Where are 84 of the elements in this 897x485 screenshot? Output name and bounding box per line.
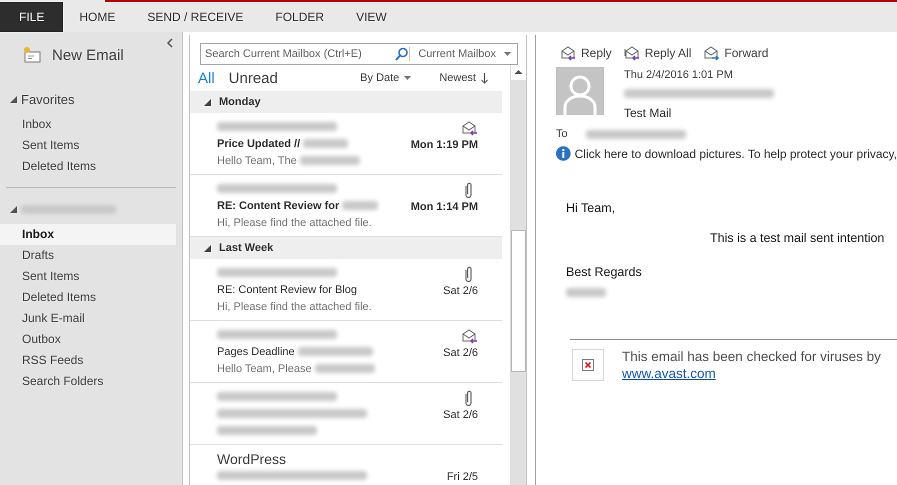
message-row[interactable]: Price Updated // Hello Team, The Mon 1:19 PM (190, 113, 502, 175)
filter-tab[interactable]: Unread (228, 70, 278, 86)
message-time: Sat 2/6 (443, 409, 478, 421)
new-email-button[interactable]: New Email (22, 46, 124, 64)
message-time: Mon 1:14 PM (410, 201, 478, 213)
folder-item[interactable]: Deleted Items (0, 156, 176, 177)
sort-order-button[interactable]: Newest (439, 72, 488, 84)
blurred-subject (342, 201, 378, 210)
avatar-placeholder (556, 67, 604, 115)
folder-item[interactable]: Sent Items (0, 135, 176, 156)
favorites-heading[interactable]: Favorites (21, 92, 74, 106)
search-field[interactable]: Search Current Mailbox (Ctrl+E) Current Mailbox (200, 43, 518, 65)
forward-icon (703, 45, 720, 61)
folder-item[interactable]: Inbox (0, 224, 176, 245)
message-time: Mon 1:19 PM (410, 139, 478, 151)
ribbon-tab[interactable]: HOME (63, 2, 132, 32)
caret-icon (504, 52, 511, 56)
virus-check-text: This email has been checked for viruses by (622, 349, 881, 364)
action-button[interactable]: Forward (703, 45, 768, 61)
sort-dropdown[interactable]: By Date (360, 72, 412, 84)
closing-text: Best Regards (566, 264, 643, 279)
filter-tab[interactable]: All (198, 70, 215, 86)
message-preview: Hi, Please find the attached file. (217, 216, 372, 228)
reply-all-icon (624, 45, 641, 61)
folder-item[interactable]: Search Folders (0, 371, 176, 392)
new-mail-icon (22, 46, 42, 64)
folder-item[interactable]: Drafts (0, 245, 176, 266)
message-subject: RE: Content Review for (217, 200, 340, 212)
greeting-text: Hi Team, (566, 201, 616, 215)
collapse-icon[interactable] (166, 38, 174, 48)
scope-dropdown[interactable]: Current Mailbox (409, 47, 517, 61)
avast-link[interactable]: www.avast.com (622, 366, 716, 381)
folder-item[interactable]: RSS Feeds (0, 350, 176, 371)
down-arrow-icon (481, 72, 488, 84)
folder-item[interactable]: Sent Items (0, 266, 176, 287)
ribbon-tab[interactable]: FILE (0, 2, 64, 32)
folder-item[interactable]: Deleted Items (0, 287, 176, 308)
scrollbar-thumb[interactable] (511, 230, 526, 372)
ribbon-tab[interactable]: SEND / RECEIVE (131, 2, 260, 32)
caret-icon (404, 76, 412, 80)
envelope-arrow-icon (461, 328, 478, 344)
blurred-preview (314, 364, 375, 373)
message-row[interactable]: WordPress Fri 2/5 (190, 445, 502, 485)
group-label: Monday (219, 96, 261, 108)
ribbon-tab[interactable]: VIEW (340, 2, 403, 32)
blurred-subject (303, 139, 348, 148)
group-label: Last Week (219, 242, 274, 254)
message-preview: Hi, Please find the attached file. (217, 300, 372, 312)
broken-image-icon (582, 359, 594, 371)
message-time: Fri 2/5 (446, 471, 478, 483)
group-header[interactable]: Last Week (190, 237, 502, 259)
message-time: Sat 2/6 (443, 347, 478, 359)
message-time: Sat 2/6 (443, 285, 478, 297)
message-subject: Pages Deadline (217, 346, 295, 358)
expanded-triangle-icon[interactable] (10, 96, 17, 102)
reply-icon (560, 45, 577, 61)
expanded-triangle-icon[interactable] (10, 206, 17, 212)
message-row[interactable]: RE: Content Review for Blog Hi, Please find the attached file. Sat 2/6 (190, 259, 502, 321)
notice-text[interactable]: Click here to download pictures. To help protect your privacy, (574, 146, 897, 160)
download-pictures-notice[interactable]: Click here to download pictures. To help protect your privacy, (536, 140, 897, 161)
blurred-preview (300, 156, 360, 165)
message-subject: Test Mail (624, 106, 672, 120)
group-header[interactable]: Monday (190, 91, 502, 113)
blurred-signature (566, 288, 606, 298)
to-label: To (556, 128, 568, 140)
message-row[interactable]: Pages Deadline Hello Team, Please Sat 2/6 (190, 321, 502, 383)
info-icon (556, 146, 571, 161)
message-preview: Hello Team, The (217, 154, 297, 166)
envelope-arrow-icon (461, 120, 478, 136)
action-button[interactable]: Reply (560, 45, 612, 61)
message-sender: WordPress (217, 450, 286, 466)
body-text: This is a test mail sent intention (709, 230, 886, 245)
folder-item[interactable]: Inbox (0, 114, 176, 135)
action-button[interactable]: Reply All (624, 45, 692, 61)
message-date: Thu 2/4/2016 1:01 PM (624, 69, 734, 81)
search-icon (395, 47, 410, 61)
message-preview: Hello Team, Please (217, 362, 312, 374)
scrollbar[interactable] (510, 65, 526, 485)
message-subject: RE: Content Review for Blog (217, 284, 358, 296)
ribbon-tab[interactable]: FOLDER (259, 2, 340, 32)
folder-item[interactable]: Junk E-mail (0, 308, 176, 329)
message-subject: Price Updated // (217, 138, 300, 150)
message-row[interactable]: Sat 2/6 (190, 383, 502, 445)
folder-item[interactable]: Outbox (0, 329, 176, 350)
